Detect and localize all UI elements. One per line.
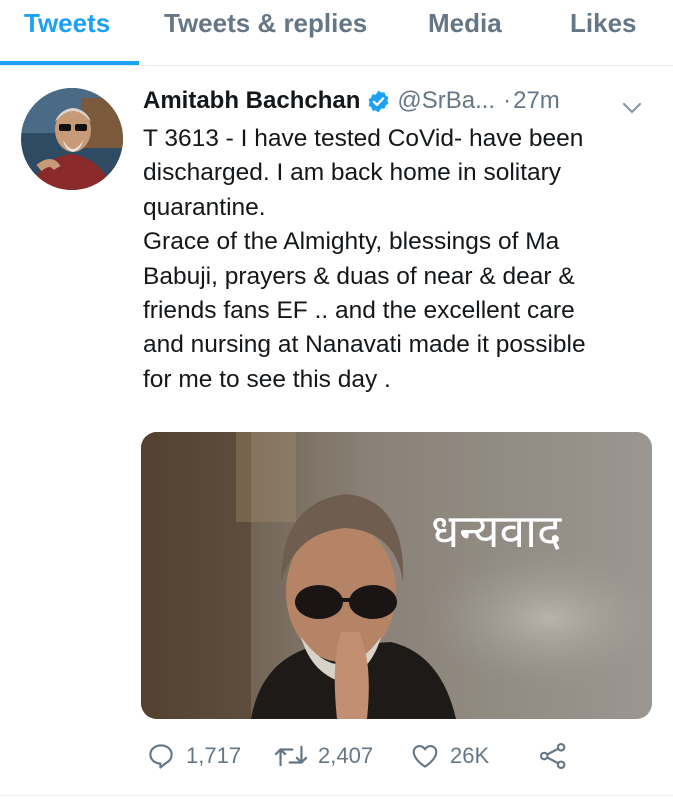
tweet-text-line: Grace of the Almighty, blessings of Ma	[143, 228, 560, 256]
divider	[0, 795, 673, 796]
like-icon	[410, 741, 440, 771]
tweet-text-line: quarantine.	[143, 193, 266, 221]
tab-likes[interactable]: Likes	[570, 0, 637, 66]
retweet-icon	[274, 741, 308, 771]
tweet-text-line: friends fans EF .. and the excellent car…	[143, 297, 575, 325]
tweet-text: T 3613 - I have tested CoVid- have been …	[143, 122, 663, 397]
author-name[interactable]: Amitabh Bachchan	[143, 87, 360, 115]
reply-icon	[146, 741, 176, 771]
tab-tweets-and-replies[interactable]: Tweets & replies	[164, 0, 367, 66]
tweet-header: Amitabh Bachchan @SrBa... · 27m	[143, 84, 663, 118]
tweet-media-image[interactable]: धन्यवाद	[141, 432, 652, 719]
reply-count: 1,717	[186, 743, 242, 768]
tab-tweets[interactable]: Tweets	[24, 0, 110, 66]
tweet-text-line: Babuji, prayers & duas of near & dear &	[143, 262, 575, 290]
like-button[interactable]: 26K	[410, 736, 489, 776]
active-tab-indicator	[0, 61, 139, 65]
reply-button[interactable]: 1,717	[146, 736, 241, 776]
avatar[interactable]	[21, 88, 123, 190]
chevron-down-icon[interactable]	[621, 94, 643, 114]
separator-dot: ·	[503, 87, 512, 114]
tweet-actions: 1,717 2,407 26K	[146, 736, 666, 776]
share-button[interactable]	[538, 736, 568, 776]
author-handle[interactable]: @SrBa...	[397, 87, 495, 115]
tweet-text-line: T 3613 - I have tested CoVid- have been	[143, 125, 584, 152]
tweet-text-line: discharged. I am back home in solitary	[143, 159, 562, 187]
tweet-text-line: and nursing at Nanavati made it possible	[143, 331, 586, 359]
verified-badge-icon	[366, 89, 391, 114]
tweet-text-line: for me to see this day .	[143, 365, 391, 393]
retweet-count: 2,407	[318, 743, 374, 768]
tab-media[interactable]: Media	[428, 0, 502, 66]
tweet-timestamp[interactable]: 27m	[513, 87, 560, 115]
retweet-button[interactable]: 2,407	[274, 736, 373, 776]
share-icon	[538, 741, 568, 771]
profile-tabs: Tweets Tweets & replies Media Likes	[0, 0, 673, 66]
media-caption: धन्यवाद	[431, 504, 562, 558]
like-count: 26K	[450, 743, 490, 768]
